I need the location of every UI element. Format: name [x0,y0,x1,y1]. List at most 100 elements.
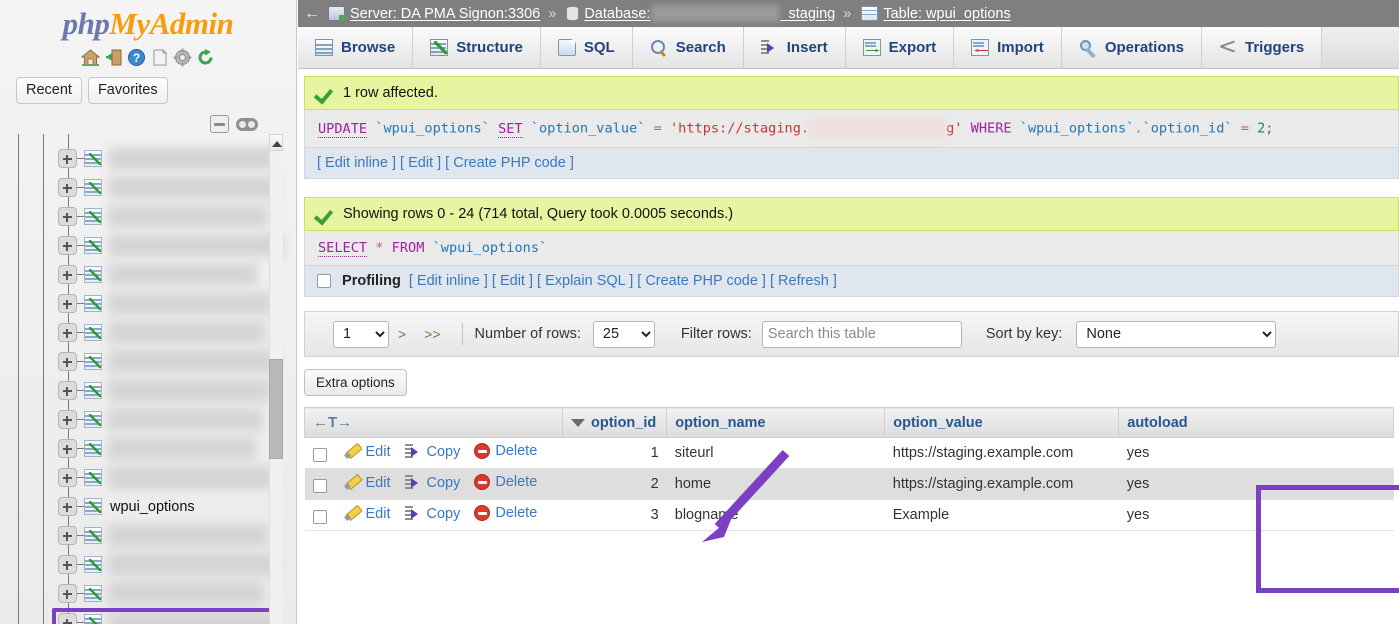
link-panel-icon[interactable] [236,117,258,131]
search-input[interactable] [761,320,962,348]
collapse-panel-icon[interactable] [210,115,229,133]
tree-item-redacted[interactable] [0,608,283,624]
copy-link-row-1[interactable]: Copy [404,444,460,460]
table-row[interactable]: Edit Copy Delete 3 blogname Example yes [304,499,1394,531]
tree-item-redacted[interactable] [0,202,283,231]
edit-inline-link[interactable]: [ Edit inline ] [317,155,396,171]
expand-icon[interactable] [58,410,77,429]
edit-link-row-2[interactable]: Edit [345,475,391,491]
create-php-code-link[interactable]: [ Create PHP code ] [637,273,766,289]
tree-item-redacted[interactable] [0,231,284,260]
expand-icon[interactable] [58,613,77,624]
row-checkbox[interactable] [312,479,327,494]
expand-icon[interactable] [58,323,77,342]
autoload-cell[interactable]: yes [1118,437,1394,469]
breadcrumb-database-label[interactable]: Database: [584,6,650,22]
option_value-cell[interactable]: https://staging.example.com [884,468,1119,500]
back-arrow-icon[interactable]: ← [298,5,326,23]
tab-insert[interactable]: Insert [743,27,846,68]
option_value-cell[interactable]: Example [884,499,1119,531]
delete-link-row-1[interactable]: Delete [474,443,537,459]
edit-link[interactable]: [ Edit ] [400,155,441,171]
tree-item-redacted[interactable] [0,144,283,173]
tab-browse[interactable]: Browse [298,27,414,68]
table-row[interactable]: Edit Copy Delete 2 home https://staging.examp… [304,468,1394,500]
row-checkbox[interactable] [312,448,327,463]
edit-link-row-3[interactable]: Edit [345,506,391,522]
refresh-link[interactable]: [ Refresh ] [770,273,837,289]
expand-icon[interactable] [58,381,77,400]
next-page-button[interactable]: > [389,326,415,342]
expand-icon[interactable] [58,497,77,516]
tree-item-redacted[interactable] [0,347,283,376]
logout-icon[interactable] [104,48,123,67]
profiling-checkbox[interactable] [317,274,331,289]
tab-import[interactable]: Import [954,27,1062,68]
recent-tab[interactable]: Recent [16,77,82,105]
copy-link-row-3[interactable]: Copy [404,506,460,522]
tree-scrollbar-thumb[interactable] [269,359,283,459]
phpmyadmin-logo[interactable]: phpMyAdmin [0,0,296,42]
option_value-cell[interactable]: https://staging.example.com [884,437,1119,469]
autoload-column-header[interactable]: autoload [1118,407,1394,438]
expand-icon[interactable] [58,294,77,313]
tab-export[interactable]: Export [845,27,955,68]
tree-item-redacted[interactable] [0,318,283,347]
tree-item-redacted[interactable] [0,521,283,550]
breadcrumb-database-suffix[interactable]: _staging [780,6,835,22]
number-of-rows-select[interactable]: 25 [592,320,655,348]
tree-item-redacted[interactable] [0,405,283,434]
option_name-column-header[interactable]: option_name [666,407,886,438]
tab-sql[interactable]: SQL [540,27,633,68]
sort-desc-icon[interactable] [571,418,585,427]
option_name-cell[interactable]: home [666,468,885,500]
tree-item-redacted[interactable] [0,463,283,492]
expand-icon[interactable] [58,178,77,197]
option_id-cell[interactable]: 1 [562,437,667,469]
expand-icon[interactable] [58,584,77,603]
help-icon[interactable]: ? [127,48,146,67]
expand-icon[interactable] [58,526,77,545]
autoload-cell[interactable]: yes [1118,468,1394,500]
create-php-code-link[interactable]: [ Create PHP code ] [445,155,574,171]
settings-icon[interactable] [173,48,192,67]
tree-item-redacted[interactable] [0,289,283,318]
option_id-cell[interactable]: 2 [562,468,667,500]
breadcrumb-server[interactable]: Server: DA PMA Signon:3306 [350,6,540,22]
tree-item-redacted[interactable] [0,173,283,202]
option_id-cell[interactable]: 3 [562,499,667,531]
tab-structure[interactable]: Structure [413,27,541,68]
option_value-column-header[interactable]: option_value [884,407,1120,438]
tab-operations[interactable]: Operations [1061,27,1202,68]
option_name-cell[interactable]: blogname [666,499,885,531]
table-row[interactable]: Edit Copy Delete 1 siteurl https://staging.ex… [304,437,1394,469]
tab-triggers[interactable]: Triggers [1202,27,1323,68]
refresh-icon[interactable] [196,48,215,67]
breadcrumb-table[interactable]: Table: wpui_options [883,6,1010,22]
docs-icon[interactable] [150,48,169,67]
delete-link-row-2[interactable]: Delete [474,474,537,490]
row-checkbox[interactable] [312,510,327,525]
tab-search[interactable]: Search [632,27,744,68]
tree-item-redacted[interactable] [0,579,283,608]
edit-link-row-1[interactable]: Edit [345,444,391,460]
tree-item-redacted[interactable] [0,434,283,463]
expand-icon[interactable] [58,468,77,487]
copy-link-row-2[interactable]: Copy [404,475,460,491]
edit-inline-link[interactable]: [ Edit inline ] [409,273,488,289]
tree-item-redacted[interactable] [0,260,283,289]
favorites-tab[interactable]: Favorites [87,77,168,105]
option_name-cell[interactable]: siteurl [666,437,885,469]
autoload-cell[interactable]: yes [1118,499,1394,531]
page-number-select[interactable]: 1 [333,320,389,348]
column-move-arrows[interactable]: ←T→ [313,414,352,431]
expand-icon[interactable] [58,236,77,255]
sort-by-key-select[interactable]: None [1076,320,1277,348]
option_id-column-header[interactable]: option_id [561,407,668,438]
edit-link[interactable]: [ Edit ] [492,273,533,289]
extra-options-button[interactable]: Extra options [304,369,407,396]
tree-scroll-up-icon[interactable] [269,134,283,151]
last-page-button[interactable]: >> [415,326,449,342]
expand-icon[interactable] [58,352,77,371]
expand-icon[interactable] [58,555,77,574]
